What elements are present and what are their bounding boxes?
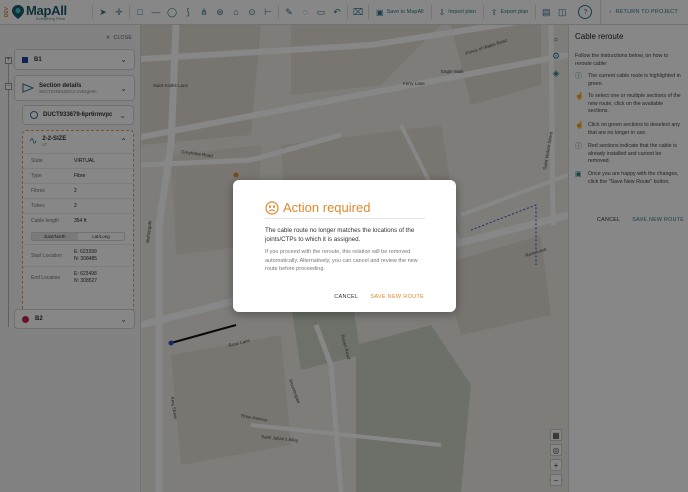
dialog-title: Action required — [283, 200, 371, 215]
dialog-cancel-button[interactable]: CANCEL — [334, 294, 358, 300]
dialog-save-new-route-button[interactable]: SAVE NEW ROUTE — [370, 294, 424, 300]
dialog-note: If you proceed with the reroute, this re… — [265, 249, 418, 273]
dialog-divider — [265, 218, 425, 219]
dialog-message: The cable route no longer matches the lo… — [265, 227, 415, 244]
app-root: DEV MapAll Everything Fibre ➤ ✛ □ — ◯ ⟆ … — [0, 0, 688, 492]
action-required-dialog: Action required The cable route no longe… — [233, 180, 456, 312]
warning-face-icon — [265, 200, 279, 215]
